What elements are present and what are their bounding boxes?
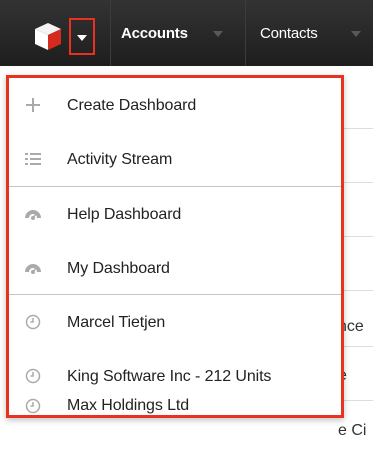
menu-item-recent-king-software[interactable]: King Software Inc - 212 Units — [9, 350, 341, 404]
menu-item-label: Help Dashboard — [67, 206, 182, 223]
menu-item-label: King Software Inc - 212 Units — [67, 368, 272, 385]
tab-accounts[interactable]: Accounts — [111, 0, 245, 66]
home-dropdown-menu: Create Dashboard Activity Stream Help Da… — [6, 75, 344, 418]
background-divider — [344, 346, 373, 347]
home-menu-toggle[interactable] — [69, 18, 95, 55]
chevron-down-icon[interactable] — [213, 31, 223, 37]
menu-item-label: Activity Stream — [67, 151, 173, 168]
plus-icon — [26, 98, 40, 112]
top-navbar: Accounts Contacts — [0, 0, 373, 66]
background-text: e Ci — [338, 422, 367, 439]
menu-item-recent-max-holdings-row[interactable]: Max Holdings Ltd — [9, 397, 341, 417]
clock-icon — [25, 368, 41, 384]
chevron-down-icon[interactable] — [351, 31, 361, 37]
menu-divider — [9, 294, 341, 295]
dashboard-gauge-icon — [25, 210, 41, 220]
clock-icon — [25, 398, 41, 414]
menu-divider — [9, 186, 341, 187]
dashboard-gauge-icon — [25, 264, 41, 274]
sugar-cube-logo-icon[interactable] — [32, 20, 64, 52]
clock-icon — [25, 314, 41, 330]
tab-accounts-label: Accounts — [121, 25, 188, 42]
menu-item-activity-stream[interactable]: Activity Stream — [9, 133, 341, 187]
background-divider — [344, 128, 373, 129]
background-divider — [344, 290, 373, 291]
menu-item-help-dashboard[interactable]: Help Dashboard — [9, 188, 341, 242]
list-icon — [25, 153, 41, 165]
menu-item-my-dashboard[interactable]: My Dashboard — [9, 242, 341, 296]
menu-item-label: Marcel Tietjen — [67, 314, 166, 331]
menu-item-recent-marcel-tietjen[interactable]: Marcel Tietjen — [9, 296, 341, 350]
menu-item-label: My Dashboard — [67, 260, 170, 277]
background-divider — [344, 236, 373, 237]
background-divider — [344, 400, 373, 401]
menu-item-create-dashboard[interactable]: Create Dashboard — [9, 79, 341, 133]
caret-down-icon — [77, 35, 87, 41]
tab-contacts-label: Contacts — [260, 25, 318, 42]
background-divider — [344, 182, 373, 183]
menu-item-label: Create Dashboard — [67, 97, 197, 114]
tab-contacts[interactable]: Contacts — [246, 0, 373, 66]
menu-item-label: Max Holdings Ltd — [67, 397, 190, 414]
